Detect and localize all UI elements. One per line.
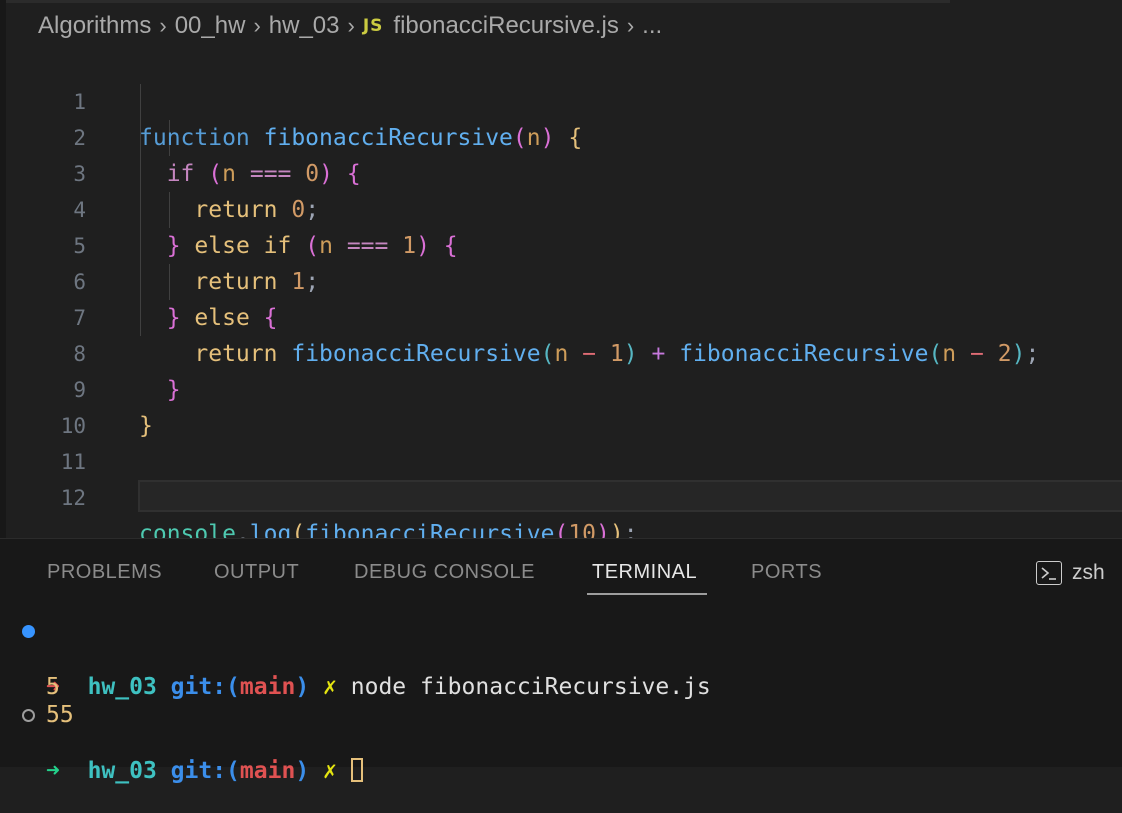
breadcrumb-more[interactable]: ... xyxy=(642,12,662,40)
shell-name: zsh xyxy=(1072,561,1105,584)
terminal-line: 55 xyxy=(0,673,1122,728)
terminal-icon xyxy=(1036,561,1062,585)
code-line[interactable]: 9 } xyxy=(0,336,1122,439)
code-line[interactable]: 4 } else if (n === 1) { xyxy=(0,156,1122,259)
javascript-file-icon: JS xyxy=(362,16,384,36)
breadcrumb-item-00-hw[interactable]: 00_hw xyxy=(175,12,246,40)
chevron-right-icon: › xyxy=(626,13,635,38)
breadcrumb-item-algorithms[interactable]: Algorithms xyxy=(38,12,151,40)
chevron-right-icon: › xyxy=(159,13,167,38)
panel-tabs: PROBLEMS OUTPUT DEBUG CONSOLE TERMINAL P… xyxy=(0,539,1122,609)
code-line[interactable]: 11 console.log(fibonacciRecursive(5)); xyxy=(0,408,1122,511)
chevron-right-icon: › xyxy=(253,13,261,38)
prompt-git-close: ) xyxy=(295,758,310,784)
code-line[interactable]: 14 xyxy=(0,516,1122,538)
tab-problems[interactable]: PROBLEMS xyxy=(47,561,162,584)
active-tab-indicator xyxy=(587,593,707,595)
code-line[interactable]: 8 } xyxy=(0,300,1122,403)
code-area[interactable]: 1 function fibonacciRecursive(n) { 2 if … xyxy=(0,48,1122,538)
prompt-dir: hw_03 xyxy=(87,758,157,784)
code-line[interactable]: 6 } else { xyxy=(0,228,1122,331)
command-pending-dot-icon[interactable] xyxy=(22,709,35,722)
terminal-line: ➜ hw_03 git:(main) ✗ node fibonacciRecur… xyxy=(0,617,1122,700)
code-line[interactable]: 1 function fibonacciRecursive(n) { xyxy=(0,48,1122,151)
code-line[interactable]: 12 console.log(fibonacciRecursive(10)); xyxy=(0,444,1122,538)
chevron-right-icon: › xyxy=(347,13,355,38)
code-line[interactable]: 3 return 0; xyxy=(0,120,1122,223)
tab-debug-console[interactable]: DEBUG CONSOLE xyxy=(354,561,535,584)
breadcrumb: Algorithms › 00_hw › hw_03 › JS fibonacc… xyxy=(38,8,662,44)
breadcrumb-item-file[interactable]: fibonacciRecursive.js xyxy=(393,12,618,40)
terminal-line: ➜ hw_03 git:(main) ✗ xyxy=(0,701,1122,784)
editor-top-border xyxy=(0,0,950,3)
code-line[interactable]: 2 if (n === 0) { xyxy=(0,84,1122,187)
current-line-highlight xyxy=(138,480,1122,512)
code-line-current[interactable]: 13 xyxy=(0,480,1122,516)
dirty-icon: ✗ xyxy=(323,758,337,784)
prompt-arrow-icon: ➜ xyxy=(46,758,60,784)
terminal-line: 5 xyxy=(0,645,1122,700)
prompt-branch: main xyxy=(239,758,296,784)
bottom-panel: PROBLEMS OUTPUT DEBUG CONSOLE TERMINAL P… xyxy=(0,538,1122,784)
command-success-dot-icon[interactable] xyxy=(22,625,35,638)
terminal-output[interactable]: ➜ hw_03 git:(main) ✗ node fibonacciRecur… xyxy=(0,617,1122,784)
editor[interactable]: Algorithms › 00_hw › hw_03 › JS fibonacc… xyxy=(0,0,1122,538)
code-line[interactable]: 7 return fibonacciRecursive(n − 1) + fib… xyxy=(0,264,1122,367)
breadcrumb-item-hw-03[interactable]: hw_03 xyxy=(269,12,340,40)
tab-ports[interactable]: PORTS xyxy=(751,561,822,584)
terminal-cursor[interactable] xyxy=(350,757,363,782)
tab-terminal[interactable]: TERMINAL xyxy=(592,561,697,584)
code-line[interactable]: 10 xyxy=(0,372,1122,438)
prompt-git: git:( xyxy=(170,758,240,784)
code-line[interactable]: 5 return 1; xyxy=(0,192,1122,295)
tab-output[interactable]: OUTPUT xyxy=(214,561,299,584)
terminal-shell-selector[interactable]: zsh xyxy=(1036,561,1105,585)
